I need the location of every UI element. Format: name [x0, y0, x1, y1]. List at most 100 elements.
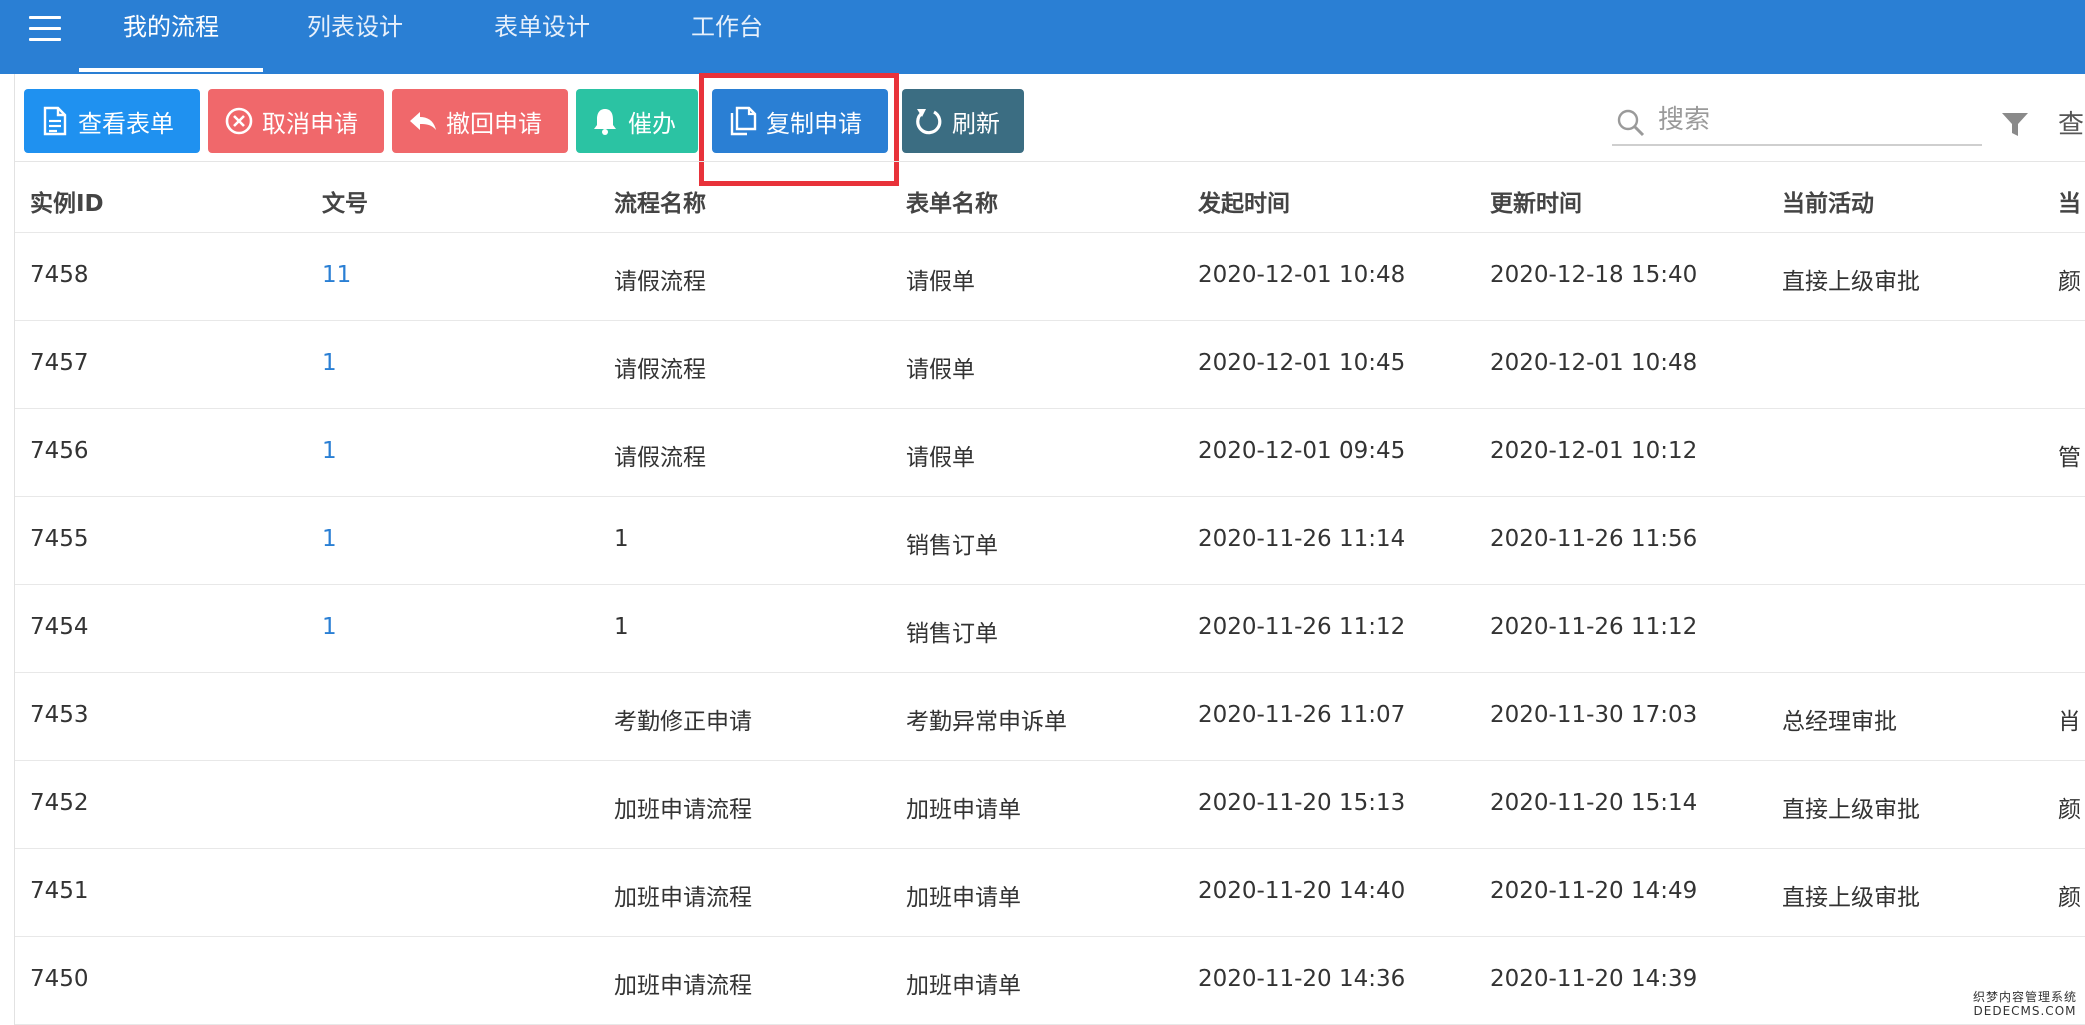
cell-start-time: 2020-12-01 09:45	[1198, 438, 1406, 464]
tab-my-process[interactable]: 我的流程	[79, 0, 263, 74]
cell-truncated: 颜	[2058, 269, 2081, 295]
column-header-doc-no[interactable]: 文号	[322, 184, 368, 218]
cell-update-time: 2020-11-20 15:14	[1490, 790, 1698, 816]
cell-form-name: 请假单	[906, 445, 975, 471]
cell-instance-id: 7458	[30, 262, 89, 288]
cell-current-activity: 直接上级审批	[1782, 797, 1920, 823]
document-icon	[40, 106, 70, 136]
cell-start-time: 2020-12-01 10:45	[1198, 350, 1406, 376]
cell-update-time: 2020-12-01 10:12	[1490, 438, 1698, 464]
cell-process-name: 加班申请流程	[614, 973, 752, 999]
query-button-partial[interactable]: 查	[2058, 104, 2084, 141]
cell-process-name: 考勤修正申请	[614, 709, 752, 735]
watermark-line-1: 织梦内容管理系统	[1972, 990, 2077, 1004]
cell-update-time: 2020-11-26 11:56	[1490, 526, 1698, 552]
cell-current-activity: 总经理审批	[1782, 709, 1897, 735]
cell-instance-id: 7450	[30, 966, 89, 992]
button-label: 取消申请	[262, 109, 358, 138]
tab-label: 工作台	[691, 13, 763, 41]
cell-form-name: 销售订单	[906, 621, 998, 647]
cell-current-activity: 直接上级审批	[1782, 269, 1920, 295]
column-header-process-name[interactable]: 流程名称	[614, 184, 706, 218]
undo-arrow-icon	[408, 106, 438, 136]
cell-update-time: 2020-11-20 14:39	[1490, 966, 1698, 992]
cell-doc-no[interactable]: 1	[322, 614, 337, 640]
table-row[interactable]	[15, 937, 2085, 1024]
cell-process-name: 请假流程	[614, 445, 706, 471]
cell-instance-id: 7456	[30, 438, 89, 464]
column-header-truncated[interactable]: 当	[2058, 184, 2081, 218]
cell-instance-id: 7455	[30, 526, 89, 552]
button-label: 催办	[628, 109, 676, 138]
cell-process-name: 加班申请流程	[614, 885, 752, 911]
column-header-update-time[interactable]: 更新时间	[1490, 184, 1582, 218]
cell-truncated: 肖	[2058, 709, 2081, 735]
column-header-start-time[interactable]: 发起时间	[1198, 184, 1290, 218]
cell-truncated: 颜	[2058, 885, 2081, 911]
cell-instance-id: 7453	[30, 702, 89, 728]
cell-form-name: 加班申请单	[906, 973, 1021, 999]
cell-doc-no[interactable]: 11	[322, 262, 351, 288]
button-label: 撤回申请	[446, 109, 542, 138]
view-form-button[interactable]: 查看表单	[24, 89, 200, 153]
button-label: 刷新	[952, 109, 1000, 138]
toolbar-divider	[15, 161, 2085, 162]
bell-icon	[590, 106, 620, 136]
tab-form-design[interactable]: 表单设计	[447, 0, 637, 74]
tab-workbench[interactable]: 工作台	[637, 0, 817, 74]
cell-doc-no[interactable]: 1	[322, 350, 337, 376]
cell-start-time: 2020-11-20 15:13	[1198, 790, 1406, 816]
refresh-button[interactable]: 刷新	[902, 89, 1024, 153]
column-header-current-activity[interactable]: 当前活动	[1782, 184, 1874, 218]
watermark-line-2: DEDECMS.COM	[1973, 1004, 2077, 1018]
cancel-application-button[interactable]: 取消申请	[208, 89, 384, 153]
cell-start-time: 2020-11-20 14:36	[1198, 966, 1406, 992]
copy-icon	[728, 106, 758, 136]
search-input[interactable]	[1656, 96, 1980, 144]
cell-form-name: 请假单	[906, 269, 975, 295]
cell-doc-no[interactable]: 1	[322, 526, 337, 552]
cell-process-name: 1	[614, 526, 629, 552]
filter-icon[interactable]	[2001, 110, 2029, 142]
column-header-id[interactable]: 实例ID	[30, 184, 104, 218]
tab-label: 我的流程	[123, 13, 219, 41]
table-row[interactable]	[15, 849, 2085, 936]
watermark: 织梦内容管理系统 DEDECMS.COM	[1970, 990, 2080, 1020]
cell-truncated: 颜	[2058, 797, 2081, 823]
search-box	[1612, 96, 1982, 146]
cell-start-time: 2020-11-26 11:12	[1198, 614, 1406, 640]
table-row[interactable]	[15, 761, 2085, 848]
tab-list-design[interactable]: 列表设计	[263, 0, 447, 74]
refresh-icon	[914, 106, 944, 136]
cell-form-name: 销售订单	[906, 533, 998, 559]
cell-doc-no[interactable]: 1	[322, 438, 337, 464]
urge-button[interactable]: 催办	[576, 89, 698, 153]
cell-update-time: 2020-12-18 15:40	[1490, 262, 1698, 288]
cell-update-time: 2020-11-20 14:49	[1490, 878, 1698, 904]
cell-instance-id: 7451	[30, 878, 89, 904]
cell-start-time: 2020-11-26 11:07	[1198, 702, 1406, 728]
cell-start-time: 2020-11-20 14:40	[1198, 878, 1406, 904]
button-label: 复制申请	[766, 109, 862, 138]
cell-instance-id: 7457	[30, 350, 89, 376]
cell-truncated: 管	[2058, 445, 2081, 471]
withdraw-application-button[interactable]: 撤回申请	[392, 89, 568, 153]
cell-current-activity: 直接上级审批	[1782, 885, 1920, 911]
cell-form-name: 加班申请单	[906, 885, 1021, 911]
tab-label: 列表设计	[307, 13, 403, 41]
cell-instance-id: 7452	[30, 790, 89, 816]
cell-update-time: 2020-11-26 11:12	[1490, 614, 1698, 640]
cell-form-name: 加班申请单	[906, 797, 1021, 823]
cell-process-name: 请假流程	[614, 357, 706, 383]
cell-update-time: 2020-11-30 17:03	[1490, 702, 1698, 728]
menu-icon[interactable]	[29, 14, 61, 44]
tab-label: 表单设计	[494, 13, 590, 41]
cell-form-name: 考勤异常申诉单	[906, 709, 1067, 735]
cell-process-name: 1	[614, 614, 629, 640]
cell-instance-id: 7454	[30, 614, 89, 640]
column-header-form-name[interactable]: 表单名称	[906, 184, 998, 218]
cancel-circle-icon	[224, 106, 254, 136]
copy-application-button[interactable]: 复制申请	[712, 89, 888, 153]
cell-update-time: 2020-12-01 10:48	[1490, 350, 1698, 376]
active-tab-indicator	[79, 68, 263, 72]
